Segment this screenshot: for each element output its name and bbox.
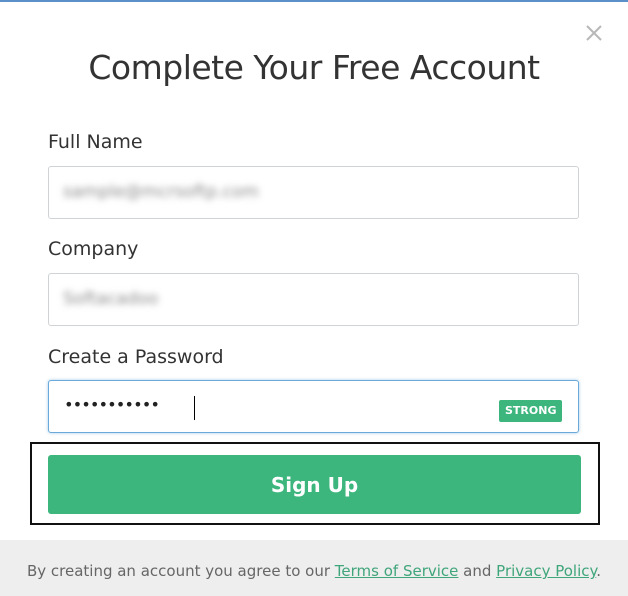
text-caret	[194, 396, 195, 420]
footer-text-before: By creating an account you agree to our	[26, 562, 335, 580]
password-label: Create a Password	[48, 346, 224, 368]
sign-up-button[interactable]: Sign Up	[48, 455, 581, 514]
full-name-value: sample@mcrsoftp.com	[63, 182, 259, 202]
dialog-title: Complete Your Free Account	[88, 48, 540, 87]
full-name-field[interactable]: sample@mcrsoftp.com	[48, 166, 579, 219]
signup-dialog: Complete Your Free Account Full Name sam…	[0, 0, 628, 596]
footer-text-after: .	[596, 562, 602, 580]
company-value: Softacadoo	[63, 289, 159, 309]
terms-of-service-link[interactable]: Terms of Service	[335, 562, 459, 580]
company-label: Company	[48, 238, 139, 260]
top-border	[0, 0, 628, 2]
footer-text: By creating an account you agree to our …	[0, 562, 628, 580]
footer: By creating an account you agree to our …	[0, 540, 628, 596]
footer-text-middle: and	[458, 562, 497, 580]
password-value: •••••••••••	[64, 395, 160, 414]
password-strength-badge: STRONG	[499, 400, 563, 422]
company-field[interactable]: Softacadoo	[48, 273, 579, 326]
close-icon[interactable]	[581, 20, 607, 46]
full-name-label: Full Name	[48, 131, 143, 153]
privacy-policy-link[interactable]: Privacy Policy	[496, 562, 596, 580]
